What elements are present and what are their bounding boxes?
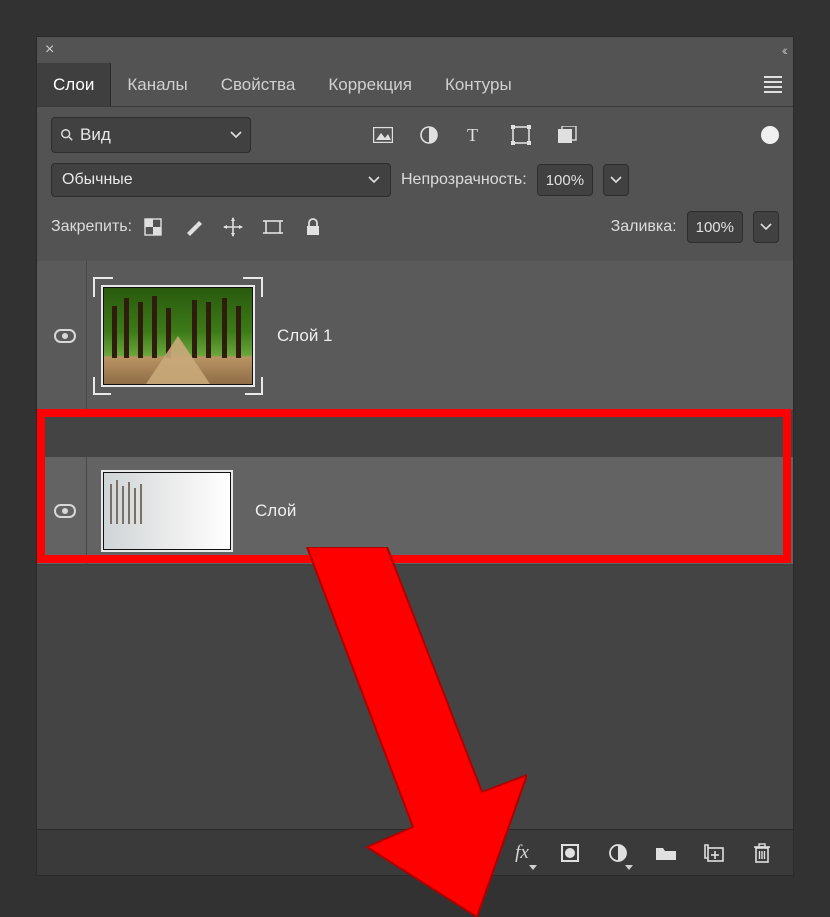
tab-paths[interactable]: Контуры (429, 63, 529, 106)
tab-label: Контуры (445, 75, 512, 95)
tab-label: Свойства (221, 75, 296, 95)
opacity-dropdown[interactable] (603, 164, 629, 196)
layer-row[interactable]: Слой 1 (37, 261, 793, 411)
blend-mode-select[interactable]: Обычные (51, 163, 391, 197)
layer-row[interactable]: Слой (37, 457, 793, 565)
filter-pixel-icon[interactable] (371, 123, 395, 147)
svg-text:T: T (467, 126, 478, 144)
layer-name[interactable]: Слой 1 (277, 326, 333, 346)
search-icon (60, 128, 74, 142)
blend-mode-value: Обычные (62, 171, 133, 189)
fill-dropdown[interactable] (753, 211, 779, 243)
close-icon[interactable]: × (45, 41, 54, 59)
lock-pixels-icon[interactable] (182, 216, 204, 238)
lock-artboard-icon[interactable] (262, 216, 284, 238)
layer-filter-select[interactable]: Вид (51, 117, 251, 153)
panel-tabs: Слои Каналы Свойства Коррекция Контуры (37, 63, 793, 107)
tab-label: Коррекция (328, 75, 412, 95)
visibility-toggle[interactable] (43, 457, 87, 564)
eye-icon (54, 504, 76, 518)
filter-icons: T (371, 123, 579, 147)
opacity-label: Непрозрачность: (401, 171, 527, 189)
layers-list: Слой 1 Слой (37, 261, 793, 829)
filter-smart-icon[interactable] (555, 123, 579, 147)
panel-title-bar: × ‹‹ (37, 37, 793, 63)
tab-adjustments[interactable]: Коррекция (312, 63, 429, 106)
tab-channels[interactable]: Каналы (111, 63, 204, 106)
new-layer-icon[interactable] (703, 842, 725, 864)
layer-effects-icon[interactable]: fx (511, 842, 533, 864)
filter-toggle[interactable] (761, 126, 779, 144)
collapse-icon[interactable]: ‹‹ (782, 42, 785, 58)
filter-shape-icon[interactable] (509, 123, 533, 147)
tab-label: Слои (53, 75, 94, 95)
panel-menu-icon[interactable] (753, 63, 793, 106)
fill-value[interactable]: 100% (687, 211, 743, 243)
fill-label: Заливка: (611, 218, 677, 236)
lock-position-icon[interactable] (222, 216, 244, 238)
layer-thumbnail[interactable] (103, 287, 253, 385)
tab-label: Каналы (127, 75, 187, 95)
new-group-icon[interactable] (655, 842, 677, 864)
lock-icons (142, 216, 324, 238)
lock-all-icon[interactable] (302, 216, 324, 238)
visibility-toggle[interactable] (43, 261, 87, 410)
eye-icon (54, 329, 76, 343)
panel-body: Вид T (37, 107, 793, 829)
layer-thumbnail[interactable] (103, 472, 231, 550)
layers-panel: × ‹‹ Слои Каналы Свойства Коррекция Конт… (36, 36, 794, 876)
delete-layer-icon[interactable] (751, 842, 773, 864)
filter-label: Вид (80, 125, 111, 145)
panel-footer: fx (37, 829, 793, 875)
layer-name[interactable]: Слой (255, 501, 296, 521)
link-layers-icon[interactable] (463, 842, 485, 864)
chevron-down-icon (230, 131, 242, 139)
lock-label: Закрепить: (51, 218, 132, 236)
tab-properties[interactable]: Свойства (205, 63, 313, 106)
add-mask-icon[interactable] (559, 842, 581, 864)
chevron-down-icon (368, 176, 380, 184)
filter-type-icon[interactable]: T (463, 123, 487, 147)
filter-adjust-icon[interactable] (417, 123, 441, 147)
lock-transparent-icon[interactable] (142, 216, 164, 238)
opacity-value[interactable]: 100% (537, 164, 593, 196)
adjustment-layer-icon[interactable] (607, 842, 629, 864)
tab-layers[interactable]: Слои (37, 63, 111, 106)
